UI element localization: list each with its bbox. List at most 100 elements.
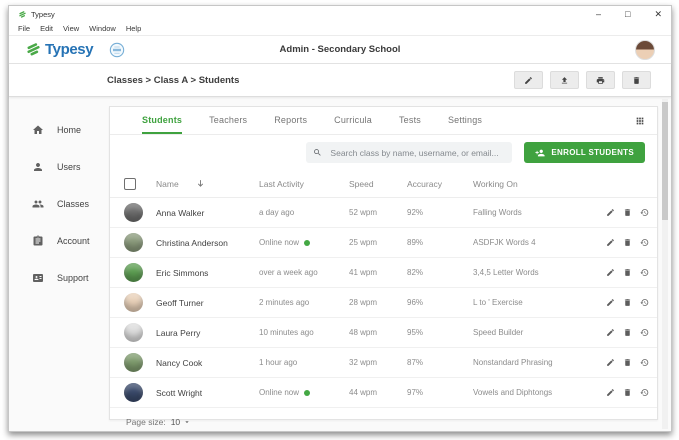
user-avatar[interactable] xyxy=(635,40,655,60)
upload-button[interactable] xyxy=(550,71,579,89)
table-row[interactable]: Anna Walker a day ago 52 wpm 92% Falling… xyxy=(110,198,657,228)
student-name: Christina Anderson xyxy=(156,238,228,248)
column-header-name[interactable]: Name xyxy=(156,179,179,189)
delete-student-button[interactable] xyxy=(623,298,632,307)
sidebar-item-classes[interactable]: Classes xyxy=(9,185,109,222)
tabs-bar: Students Teachers Reports Curricula Test… xyxy=(110,107,657,135)
delete-student-button[interactable] xyxy=(623,238,632,247)
column-header-working-on[interactable]: Working On xyxy=(473,179,597,189)
edit-student-button[interactable] xyxy=(606,238,615,247)
online-dot xyxy=(304,390,310,396)
sidebar-item-home[interactable]: Home xyxy=(9,111,109,148)
typesy-logo-icon xyxy=(25,41,42,58)
edit-student-button[interactable] xyxy=(606,298,615,307)
select-all-checkbox[interactable] xyxy=(124,178,136,190)
history-student-button[interactable] xyxy=(640,298,649,307)
menu-view[interactable]: View xyxy=(63,24,79,33)
student-working-on: Speed Builder xyxy=(473,328,597,337)
delete-button[interactable] xyxy=(622,71,651,89)
table-row[interactable]: Eric Simmons over a week ago 41 wpm 82% … xyxy=(110,258,657,288)
student-accuracy: 92% xyxy=(407,208,473,217)
sidebar-item-support[interactable]: Support xyxy=(9,259,109,296)
menu-window[interactable]: Window xyxy=(89,24,116,33)
sidebar-item-users[interactable]: Users xyxy=(9,148,109,185)
column-header-speed[interactable]: Speed xyxy=(349,179,407,189)
search-box[interactable] xyxy=(306,142,512,163)
delete-student-button[interactable] xyxy=(623,208,632,217)
student-name: Nancy Cook xyxy=(156,358,202,368)
print-button[interactable] xyxy=(586,71,615,89)
student-speed: 52 wpm xyxy=(349,208,407,217)
contact-card-icon xyxy=(32,272,44,284)
typesy-logo-icon xyxy=(18,10,27,19)
enroll-students-button[interactable]: ENROLL STUDENTS xyxy=(524,142,645,163)
student-avatar xyxy=(124,383,143,402)
sidebar-item-label: Home xyxy=(57,125,81,135)
history-icon xyxy=(640,328,649,337)
grid-view-button[interactable] xyxy=(635,107,645,134)
student-name: Eric Simmons xyxy=(156,268,208,278)
history-student-button[interactable] xyxy=(640,388,649,397)
last-activity: 10 minutes ago xyxy=(259,328,314,337)
pencil-icon xyxy=(606,388,615,397)
column-header-accuracy[interactable]: Accuracy xyxy=(407,179,473,189)
history-student-button[interactable] xyxy=(640,328,649,337)
history-icon xyxy=(640,298,649,307)
history-student-button[interactable] xyxy=(640,358,649,367)
history-icon xyxy=(640,268,649,277)
edit-student-button[interactable] xyxy=(606,208,615,217)
menu-help[interactable]: Help xyxy=(126,24,141,33)
last-activity: a day ago xyxy=(259,208,294,217)
sort-descending-icon[interactable] xyxy=(196,179,205,188)
table-row[interactable]: Geoff Turner 2 minutes ago 28 wpm 96% L … xyxy=(110,288,657,318)
tab-tests[interactable]: Tests xyxy=(399,107,421,134)
page-size-value: 10 xyxy=(171,417,180,427)
table-row[interactable]: Christina Anderson Online now 25 wpm 89%… xyxy=(110,228,657,258)
vertical-scrollbar[interactable] xyxy=(662,99,668,429)
scrollbar-thumb[interactable] xyxy=(662,102,668,220)
tab-reports[interactable]: Reports xyxy=(274,107,307,134)
delete-student-button[interactable] xyxy=(623,358,632,367)
edit-student-button[interactable] xyxy=(606,268,615,277)
delete-student-button[interactable] xyxy=(623,268,632,277)
table-row[interactable]: Nancy Cook 1 hour ago 32 wpm 87% Nonstan… xyxy=(110,348,657,378)
edit-button[interactable] xyxy=(514,71,543,89)
body: Home Users Classes Account Support St xyxy=(9,97,671,431)
tab-students[interactable]: Students xyxy=(142,107,182,134)
maximize-button[interactable]: □ xyxy=(625,10,630,19)
sidebar-item-account[interactable]: Account xyxy=(9,222,109,259)
page-size-select[interactable]: 10 xyxy=(171,417,191,427)
tab-settings[interactable]: Settings xyxy=(448,107,482,134)
history-student-button[interactable] xyxy=(640,238,649,247)
edit-student-button[interactable] xyxy=(606,358,615,367)
minimize-button[interactable]: – xyxy=(596,10,601,19)
student-working-on: 3,4,5 Letter Words xyxy=(473,268,597,277)
student-working-on: ASDFJK Words 4 xyxy=(473,238,597,247)
trash-icon xyxy=(623,208,632,217)
sidebar: Home Users Classes Account Support xyxy=(9,97,109,431)
delete-student-button[interactable] xyxy=(623,388,632,397)
student-working-on: Vowels and Diphtongs xyxy=(473,388,597,397)
menu-edit[interactable]: Edit xyxy=(40,24,53,33)
table-row[interactable]: Laura Perry 10 minutes ago 48 wpm 95% Sp… xyxy=(110,318,657,348)
history-student-button[interactable] xyxy=(640,208,649,217)
edit-student-button[interactable] xyxy=(606,388,615,397)
search-input[interactable] xyxy=(328,147,505,159)
history-student-button[interactable] xyxy=(640,268,649,277)
menu-file[interactable]: File xyxy=(18,24,30,33)
student-speed: 41 wpm xyxy=(349,268,407,277)
edit-student-button[interactable] xyxy=(606,328,615,337)
student-name: Geoff Turner xyxy=(156,298,204,308)
student-speed: 28 wpm xyxy=(349,298,407,307)
app-header: Typesy Admin - Secondary School xyxy=(9,36,671,64)
trash-icon xyxy=(623,358,632,367)
column-header-last-activity[interactable]: Last Activity xyxy=(259,179,349,189)
close-button[interactable]: ✕ xyxy=(654,10,662,19)
school-seal-badge xyxy=(109,42,125,58)
tab-teachers[interactable]: Teachers xyxy=(209,107,247,134)
table-row[interactable]: Scott Wright Online now 44 wpm 97% Vowel… xyxy=(110,378,657,408)
pencil-icon xyxy=(606,238,615,247)
tab-curricula[interactable]: Curricula xyxy=(334,107,372,134)
delete-student-button[interactable] xyxy=(623,328,632,337)
history-icon xyxy=(640,208,649,217)
